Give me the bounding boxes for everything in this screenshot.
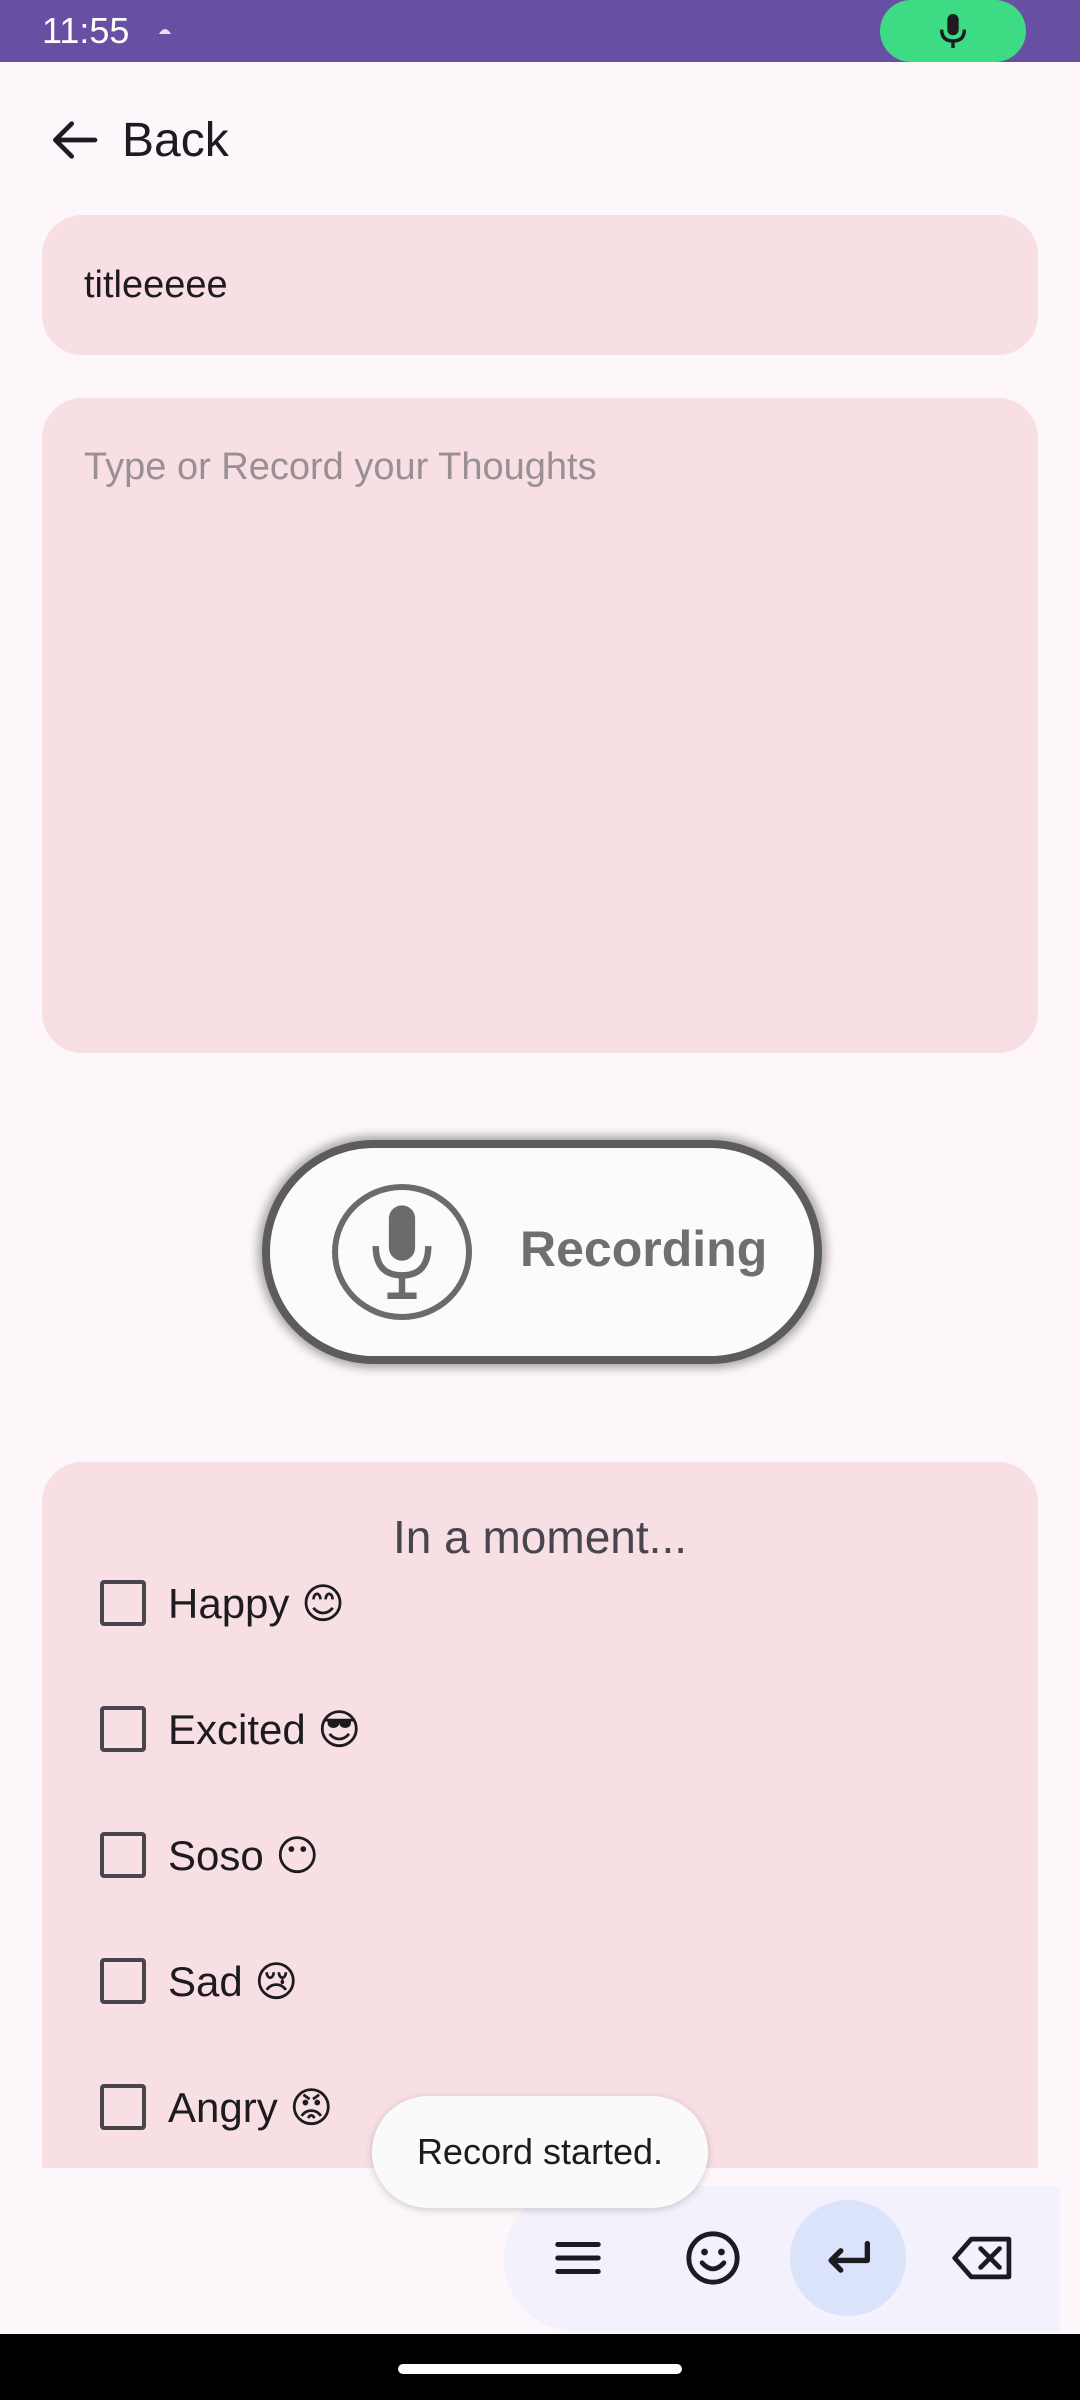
mic-indicator[interactable]	[880, 0, 1026, 62]
mood-item-angry[interactable]: Angry 😡	[100, 2072, 333, 2142]
mood-label: Soso 😶	[168, 1831, 320, 1879]
recording-mic-circle	[332, 1184, 472, 1320]
mood-label: Sad 😢	[168, 1957, 299, 2005]
toast-message: Record started.	[416, 2131, 664, 2172]
checkbox[interactable]	[100, 1706, 146, 1752]
arrow-left-icon	[53, 121, 98, 159]
emoji-icon	[686, 2231, 740, 2285]
mood-item-sad[interactable]: Sad 😢	[100, 1946, 298, 2016]
mood-item-excited[interactable]: Excited 😎	[100, 1694, 361, 1764]
mood-card: In a moment... Happy 😊 Excited 😎 Soso 😶 …	[42, 1462, 1038, 2168]
status-time: 11:55	[42, 10, 130, 51]
title-value: titleeeee	[84, 263, 228, 306]
mood-label: Excited 😎	[168, 1705, 362, 1753]
checkbox[interactable]	[100, 2084, 146, 2130]
checkbox[interactable]	[100, 1958, 146, 2004]
mood-label: Angry 😡	[168, 2083, 334, 2131]
checkbox[interactable]	[100, 1580, 146, 1626]
backspace-icon	[952, 2236, 1012, 2280]
keyboard-menu-button[interactable]	[520, 2200, 636, 2316]
notification-icon	[159, 29, 171, 34]
back-button[interactable]: Back	[46, 105, 229, 175]
title-input[interactable]: titleeeee	[42, 215, 1038, 355]
keyboard-backspace-button[interactable]	[925, 2200, 1041, 2316]
keyboard-enter-button[interactable]	[790, 2200, 906, 2316]
recording-label: Recording	[520, 1221, 768, 1277]
toast: Record started.	[372, 2096, 708, 2208]
home-gesture-handle[interactable]	[398, 2364, 682, 2374]
mood-title: In a moment...	[392, 1511, 687, 1563]
thoughts-textarea[interactable]: Type or Record your Thoughts	[42, 398, 1038, 1053]
mood-item-happy[interactable]: Happy 😊	[100, 1568, 345, 1638]
back-label: Back	[122, 113, 229, 167]
enter-icon	[828, 2240, 870, 2273]
status-bar: 11:55	[0, 0, 1080, 62]
checkbox[interactable]	[100, 1832, 146, 1878]
mic-icon	[372, 1205, 432, 1299]
menu-icon	[555, 2242, 601, 2274]
thoughts-placeholder: Type or Record your Thoughts	[84, 446, 597, 488]
mic-icon	[939, 14, 967, 48]
recording-button[interactable]: Recording	[262, 1140, 822, 1364]
mood-label: Happy 😊	[168, 1579, 345, 1627]
mood-item-soso[interactable]: Soso 😶	[100, 1820, 319, 1890]
keyboard-emoji-button[interactable]	[655, 2200, 771, 2316]
